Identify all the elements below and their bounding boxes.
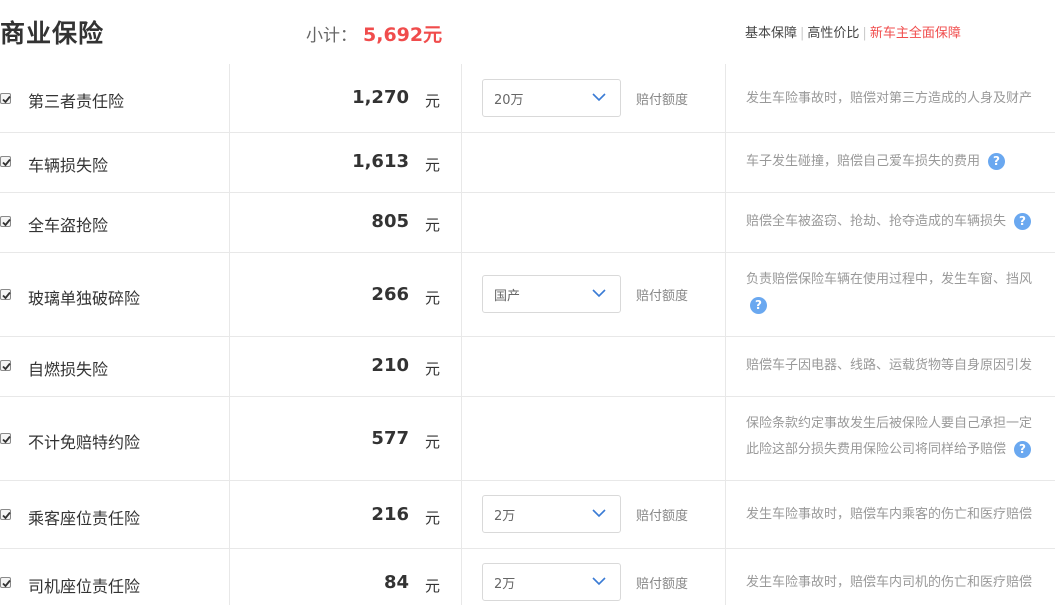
- price-unit: 元: [425, 289, 441, 307]
- subtotal: 小计： 5,692元: [306, 20, 442, 47]
- insurance-name: 乘客座位责任险: [28, 509, 141, 528]
- row-checkbox[interactable]: [0, 577, 11, 588]
- checkmark-icon: [2, 95, 11, 104]
- price-unit: 元: [425, 92, 441, 110]
- price-unit: 元: [425, 509, 441, 527]
- insurance-desc: 发生车险事故时，赔偿对第三方造成的人身及财产: [746, 86, 1055, 112]
- table-row: 司机座位责任险 84 元 2万 赔付额度 发生车险事故时，赔偿车内司机的伤亡和医…: [0, 549, 1055, 605]
- table-row: 车辆损失险 1,613 元 车子发生碰撞，赔偿自己爱车损失的费用?: [0, 133, 1055, 193]
- table-row: 第三者责任险 1,270 元 20万 赔付额度 发生车险事故时，赔偿对第三方造成…: [0, 64, 1055, 133]
- desc-text: 赔偿全车被盗窃、抢劫、抢夺造成的车辆损失: [746, 214, 1007, 229]
- amount-label: 赔付额度: [636, 289, 689, 304]
- row-checkbox[interactable]: [0, 509, 11, 520]
- insurance-price: 84: [383, 572, 409, 593]
- chevron-down-icon: [592, 509, 606, 518]
- coverage-select-value: 20万: [494, 93, 524, 108]
- coverage-select-value: 2万: [494, 509, 516, 524]
- chevron-down-icon: [592, 93, 606, 102]
- insurance-desc: 赔偿全车被盗窃、抢劫、抢夺造成的车辆损失?: [746, 209, 1055, 235]
- insurance-name: 不计免赔特约险: [28, 433, 141, 452]
- subtotal-label: 小计：: [306, 26, 357, 46]
- checkmark-icon: [2, 291, 11, 300]
- insurance-desc: 车子发生碰撞，赔偿自己爱车损失的费用?: [746, 149, 1055, 175]
- insurance-name: 司机座位责任险: [28, 577, 141, 596]
- insurance-price: 1,270: [352, 87, 409, 108]
- insurance-desc: 发生车险事故时，赔偿车内乘客的伤亡和医疗赔偿: [746, 502, 1055, 528]
- price-unit: 元: [425, 360, 441, 378]
- desc-text: 发生车险事故时，赔偿车内乘客的伤亡和医疗赔偿: [746, 507, 1033, 522]
- section-header: 商业保险 小计： 5,692元 基本保障 | 高性价比 | 新车主全面保障: [0, 0, 1055, 64]
- checkmark-icon: [2, 511, 11, 520]
- section-title: 商业保险: [0, 19, 105, 48]
- price-unit: 元: [425, 216, 441, 234]
- table-row: 玻璃单独破碎险 266 元 国产 赔付额度 负责赔偿保险车辆在使用过程中，发生车…: [0, 253, 1055, 337]
- coverage-select[interactable]: 2万: [482, 495, 621, 533]
- help-icon[interactable]: ?: [988, 153, 1006, 170]
- checkmark-icon: [2, 218, 11, 227]
- coverage-select-value: 2万: [494, 577, 516, 592]
- coverage-select-value: 国产: [494, 289, 521, 304]
- insurance-desc: 负责赔偿保险车辆在使用过程中，发生车窗、挡风?: [746, 267, 1055, 319]
- desc-text: 此险这部分损失费用保险公司将同样给予赔偿: [746, 442, 1007, 457]
- chevron-down-icon: [592, 577, 606, 586]
- checkmark-icon: [2, 158, 11, 167]
- insurance-price: 216: [371, 504, 409, 525]
- amount-label: 赔付额度: [636, 509, 689, 524]
- coverage-select[interactable]: 国产: [482, 275, 621, 313]
- desc-text: 发生车险事故时，赔偿车内司机的伤亡和医疗赔偿: [746, 575, 1033, 590]
- row-checkbox[interactable]: [0, 289, 11, 300]
- plan-links: 基本保障 | 高性价比 | 新车主全面保障: [745, 22, 961, 41]
- insurance-price: 266: [371, 284, 409, 305]
- checkmark-icon: [2, 362, 11, 371]
- insurance-desc: 发生车险事故时，赔偿车内司机的伤亡和医疗赔偿: [746, 570, 1055, 596]
- desc-text: 车子发生碰撞，赔偿自己爱车损失的费用: [746, 154, 981, 169]
- desc-text: 保险条款约定事故发生后被保险人要自己承担一定: [746, 416, 1033, 431]
- help-icon[interactable]: ?: [750, 297, 767, 314]
- row-checkbox[interactable]: [0, 93, 11, 104]
- price-unit: 元: [425, 577, 441, 595]
- row-checkbox[interactable]: [0, 216, 11, 227]
- insurance-desc: 保险条款约定事故发生后被保险人要自己承担一定 此险这部分损失费用保险公司将同样给予…: [746, 411, 1055, 463]
- insurance-name: 玻璃单独破碎险: [28, 289, 141, 308]
- coverage-select[interactable]: 20万: [482, 79, 621, 117]
- price-unit: 元: [425, 433, 441, 451]
- desc-text: 发生车险事故时，赔偿对第三方造成的人身及财产: [746, 91, 1033, 106]
- amount-label: 赔付额度: [636, 577, 689, 592]
- insurance-price: 210: [371, 355, 409, 376]
- row-checkbox[interactable]: [0, 433, 11, 444]
- insurance-name: 第三者责任险: [28, 92, 125, 111]
- row-checkbox[interactable]: [0, 156, 11, 167]
- table-row: 不计免赔特约险 577 元 保险条款约定事故发生后被保险人要自己承担一定 此险这部…: [0, 397, 1055, 481]
- subtotal-value: 5,692元: [363, 24, 443, 46]
- insurance-desc: 赔偿车子因电器、线路、运载货物等自身原因引发: [746, 353, 1055, 379]
- table-row: 全车盗抢险 805 元 赔偿全车被盗窃、抢劫、抢夺造成的车辆损失?: [0, 193, 1055, 253]
- checkmark-icon: [2, 579, 11, 588]
- desc-text: 赔偿车子因电器、线路、运载货物等自身原因引发: [746, 358, 1033, 373]
- help-icon[interactable]: ?: [1014, 213, 1032, 230]
- price-unit: 元: [425, 156, 441, 174]
- help-icon[interactable]: ?: [1014, 441, 1032, 458]
- link-separator: |: [800, 26, 805, 41]
- table-row: 乘客座位责任险 216 元 2万 赔付额度 发生车险事故时，赔偿车内乘客的伤亡和…: [0, 481, 1055, 549]
- row-checkbox[interactable]: [0, 360, 11, 371]
- plan-link-full[interactable]: 新车主全面保障: [870, 26, 961, 41]
- table-row: 自燃损失险 210 元 赔偿车子因电器、线路、运载货物等自身原因引发: [0, 337, 1055, 397]
- amount-label: 赔付额度: [636, 93, 689, 108]
- insurance-price: 1,613: [352, 151, 409, 172]
- plan-link-value[interactable]: 高性价比: [807, 26, 859, 41]
- checkmark-icon: [2, 435, 11, 444]
- chevron-down-icon: [592, 289, 606, 298]
- insurance-price: 577: [371, 428, 409, 449]
- link-separator: |: [862, 26, 867, 41]
- insurance-name: 全车盗抢险: [28, 216, 109, 235]
- insurance-name: 自燃损失险: [28, 360, 109, 379]
- insurance-name: 车辆损失险: [28, 156, 109, 175]
- desc-text: 负责赔偿保险车辆在使用过程中，发生车窗、挡风: [746, 272, 1033, 287]
- coverage-select[interactable]: 2万: [482, 563, 621, 601]
- plan-link-basic[interactable]: 基本保障: [745, 26, 797, 41]
- insurance-price: 805: [371, 211, 409, 232]
